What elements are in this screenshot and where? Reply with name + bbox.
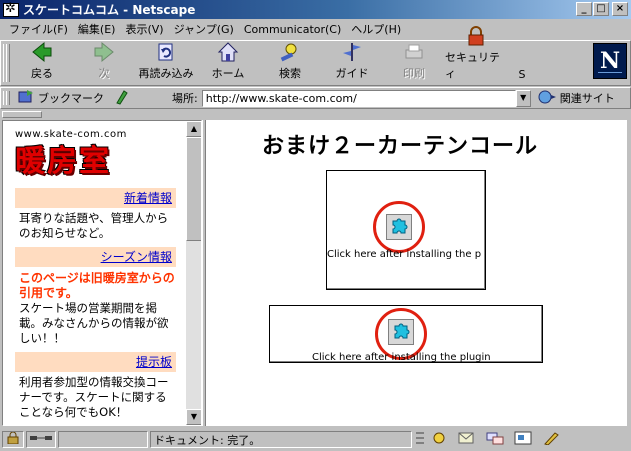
- page-title: おまけ２ーカーテンコール: [262, 134, 539, 159]
- guide-button-label: ガイド: [335, 67, 369, 80]
- plugin-placeholder-1[interactable]: Click here after installing the p: [326, 170, 486, 290]
- guide-icon: [339, 41, 365, 63]
- related-sites-label: 関連サイト: [559, 92, 615, 105]
- print-button[interactable]: 印刷: [383, 41, 445, 85]
- location-toolbar: ブックマーク 場所: http://www.skate-com.com/ ▼ 関…: [0, 87, 631, 109]
- minimize-button[interactable]: _: [576, 2, 592, 16]
- security-button[interactable]: セキュリティ: [445, 26, 507, 85]
- navigation-toolbar: 戻る 次 再読み込み ホーム 検索 ガイド 印刷 セキュリティ S: [0, 26, 631, 86]
- menu-help[interactable]: ヘルプ(H): [346, 21, 406, 37]
- back-button-label: 戻る: [31, 67, 53, 80]
- toolbar-grip[interactable]: [1, 41, 11, 85]
- progress-bar: [58, 431, 148, 448]
- news-link[interactable]: 新着情報: [124, 191, 172, 205]
- status-bar: ドキュメント: 完了。: [0, 428, 631, 451]
- plugin-message-2[interactable]: Click here after installing the plugin: [312, 352, 491, 362]
- stop-icon: [509, 42, 535, 66]
- news-description: 耳寄りな話題や、管理人からのお知らせなど。: [19, 211, 169, 240]
- scroll-up-button[interactable]: ▲: [186, 121, 201, 137]
- url-input[interactable]: http://www.skate-com.com/: [201, 89, 516, 107]
- right-frame: おまけ２ーカーテンコール Click here after installing…: [206, 120, 627, 426]
- page-proxy-icon[interactable]: [114, 89, 130, 108]
- site-logo: 暖房室: [15, 144, 111, 179]
- home-icon: [215, 41, 241, 63]
- security-status[interactable]: [2, 431, 24, 448]
- component-bar: [414, 431, 562, 448]
- related-sites-icon: [537, 89, 557, 108]
- season-description: スケート場の営業期間を掲載。みなさんからの情報が欲しい！！: [19, 301, 169, 345]
- home-button-label: ホーム: [211, 67, 245, 80]
- lock-icon: [463, 25, 489, 47]
- related-sites-button[interactable]: 関連サイト: [537, 89, 615, 108]
- discussion-icon[interactable]: [486, 431, 504, 448]
- nav-season: シーズン情報: [15, 247, 176, 267]
- site-domain: www.skate-com.com: [15, 129, 127, 140]
- netscape-window-icon[interactable]: [3, 1, 19, 17]
- collapsed-toolbar-strip: [0, 110, 631, 119]
- search-button-label: 検索: [279, 67, 301, 80]
- reload-button-label: 再読み込み: [138, 67, 194, 80]
- forward-arrow-icon: [91, 41, 117, 63]
- board-link[interactable]: 提示板: [136, 355, 172, 369]
- plugin-message-1[interactable]: Click here after installing the p: [327, 249, 481, 260]
- title-bar[interactable]: スケートコムコム - Netscape _ □ ×: [0, 0, 631, 19]
- print-button-label: 印刷: [403, 67, 425, 80]
- forward-button-label: 次: [98, 67, 110, 80]
- mail-icon[interactable]: [458, 431, 476, 448]
- left-frame-scrollbar[interactable]: ▲ ▼: [186, 121, 201, 425]
- bookmark-icon: [17, 89, 35, 108]
- left-frame: www.skate-com.com 暖房室 新着情報 耳寄りな話題や、管理人から…: [2, 120, 202, 426]
- plugin-placeholder-2[interactable]: Click here after installing the plugin: [269, 305, 543, 363]
- menu-communicator[interactable]: Communicator(C): [239, 23, 346, 36]
- guide-button[interactable]: ガイド: [321, 41, 383, 85]
- collapsed-toolbar-tab[interactable]: [2, 111, 42, 118]
- season-highlight: このページは旧暖房室からの引用です。: [19, 271, 175, 300]
- stop-button[interactable]: S: [507, 41, 537, 85]
- forward-button[interactable]: 次: [73, 41, 135, 85]
- nav-news: 新着情報: [15, 188, 176, 208]
- connection-status[interactable]: [26, 431, 56, 448]
- left-frame-content: www.skate-com.com 暖房室 新着情報 耳寄りな話題や、管理人から…: [3, 121, 186, 425]
- connection-icon: [30, 433, 52, 446]
- board-description: 利用者参加型の情報交換コーナーです。スケートに関することなら何でもOK！: [19, 375, 169, 419]
- location-label: 場所:: [172, 92, 198, 105]
- back-button[interactable]: 戻る: [11, 41, 73, 85]
- menu-bar: ファイル(F) 編集(E) 表示(V) ジャンプ(G) Communicator…: [0, 19, 631, 39]
- scroll-down-button[interactable]: ▼: [186, 409, 201, 425]
- stop-button-label: S: [518, 68, 526, 81]
- netscape-logo[interactable]: N: [593, 43, 627, 79]
- scroll-thumb[interactable]: [186, 137, 201, 241]
- bookmark-button[interactable]: ブックマーク: [17, 89, 104, 108]
- print-icon: [401, 41, 427, 63]
- home-button[interactable]: ホーム: [197, 41, 259, 85]
- status-text: ドキュメント: 完了。: [154, 433, 261, 447]
- component-grip-icon[interactable]: [416, 431, 424, 448]
- window-title: スケートコムコム - Netscape: [23, 3, 196, 17]
- search-icon: [277, 41, 303, 63]
- back-arrow-icon: [29, 41, 55, 63]
- bookmark-label: ブックマーク: [38, 92, 104, 105]
- location-grip[interactable]: [1, 88, 11, 108]
- menu-go[interactable]: ジャンプ(G): [169, 21, 239, 37]
- security-lock-icon: [6, 431, 20, 447]
- close-button[interactable]: ×: [612, 2, 628, 16]
- reload-button[interactable]: 再読み込み: [135, 41, 197, 85]
- maximize-button[interactable]: □: [593, 2, 609, 16]
- search-button[interactable]: 検索: [259, 41, 321, 85]
- status-message: ドキュメント: 完了。: [150, 431, 412, 448]
- season-link[interactable]: シーズン情報: [101, 250, 172, 264]
- security-button-label: セキュリティ: [445, 51, 500, 80]
- puzzle-piece-icon: [388, 319, 414, 345]
- nav-board: 提示板: [15, 352, 176, 372]
- menu-view[interactable]: 表示(V): [120, 21, 168, 37]
- edit-page-icon[interactable]: [542, 431, 560, 448]
- url-dropdown-button[interactable]: ▼: [515, 89, 531, 107]
- menu-edit[interactable]: 編集(E): [73, 21, 121, 37]
- menu-file[interactable]: ファイル(F): [4, 21, 73, 37]
- puzzle-piece-icon: [386, 214, 412, 240]
- reload-icon: [153, 41, 179, 63]
- composer-icon[interactable]: [514, 431, 532, 448]
- navigator-icon[interactable]: [430, 431, 448, 448]
